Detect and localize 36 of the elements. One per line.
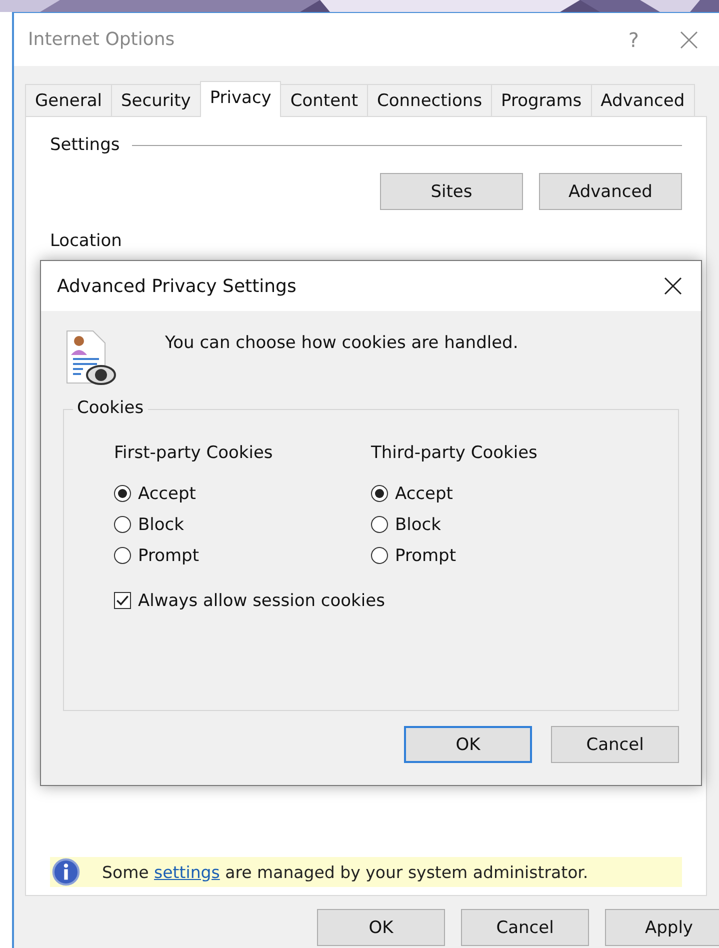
- column-heading: Third-party Cookies: [371, 443, 538, 463]
- checkbox[interactable]: [114, 592, 131, 609]
- radio-label: Accept: [395, 484, 453, 504]
- notice-text: Some settings are managed by your system administrator.: [102, 862, 588, 882]
- push-button[interactable]: Apply: [605, 909, 719, 946]
- radio-button[interactable]: [114, 516, 131, 533]
- radio-label: Block: [138, 514, 184, 534]
- radio-label: Prompt: [395, 546, 456, 566]
- section-heading: Location: [50, 231, 122, 251]
- push-button[interactable]: Sites: [380, 173, 523, 210]
- dialog-title: Advanced Privacy Settings: [57, 276, 296, 296]
- settings-link[interactable]: settings: [154, 862, 220, 882]
- section-heading: Settings: [50, 135, 120, 155]
- push-button[interactable]: Cancel: [461, 909, 589, 946]
- tab[interactable]: General: [25, 84, 112, 116]
- radio-label: Block: [395, 514, 441, 534]
- radio-button[interactable]: [371, 516, 388, 533]
- radio-label: Accept: [138, 484, 196, 504]
- radio-label: Prompt: [138, 546, 199, 566]
- push-button[interactable]: Advanced: [539, 173, 682, 210]
- tab[interactable]: Advanced: [590, 84, 695, 116]
- push-button[interactable]: Cancel: [551, 726, 679, 763]
- dialog-message: You can choose how cookies are handled.: [165, 333, 518, 353]
- radio-button[interactable]: [114, 485, 131, 502]
- column-heading: First-party Cookies: [114, 443, 274, 463]
- tab[interactable]: Privacy: [200, 81, 282, 117]
- push-button[interactable]: OK: [404, 726, 532, 763]
- push-button[interactable]: OK: [317, 909, 445, 946]
- radio-button[interactable]: [371, 485, 388, 502]
- window-title: Internet Options: [28, 29, 176, 50]
- help-button[interactable]: ?: [628, 28, 639, 52]
- radio-button[interactable]: [371, 547, 388, 564]
- info-icon: [52, 858, 80, 886]
- close-icon[interactable]: [663, 276, 683, 296]
- radio-button[interactable]: [114, 547, 131, 564]
- checkbox-label: Always allow session cookies: [138, 590, 385, 610]
